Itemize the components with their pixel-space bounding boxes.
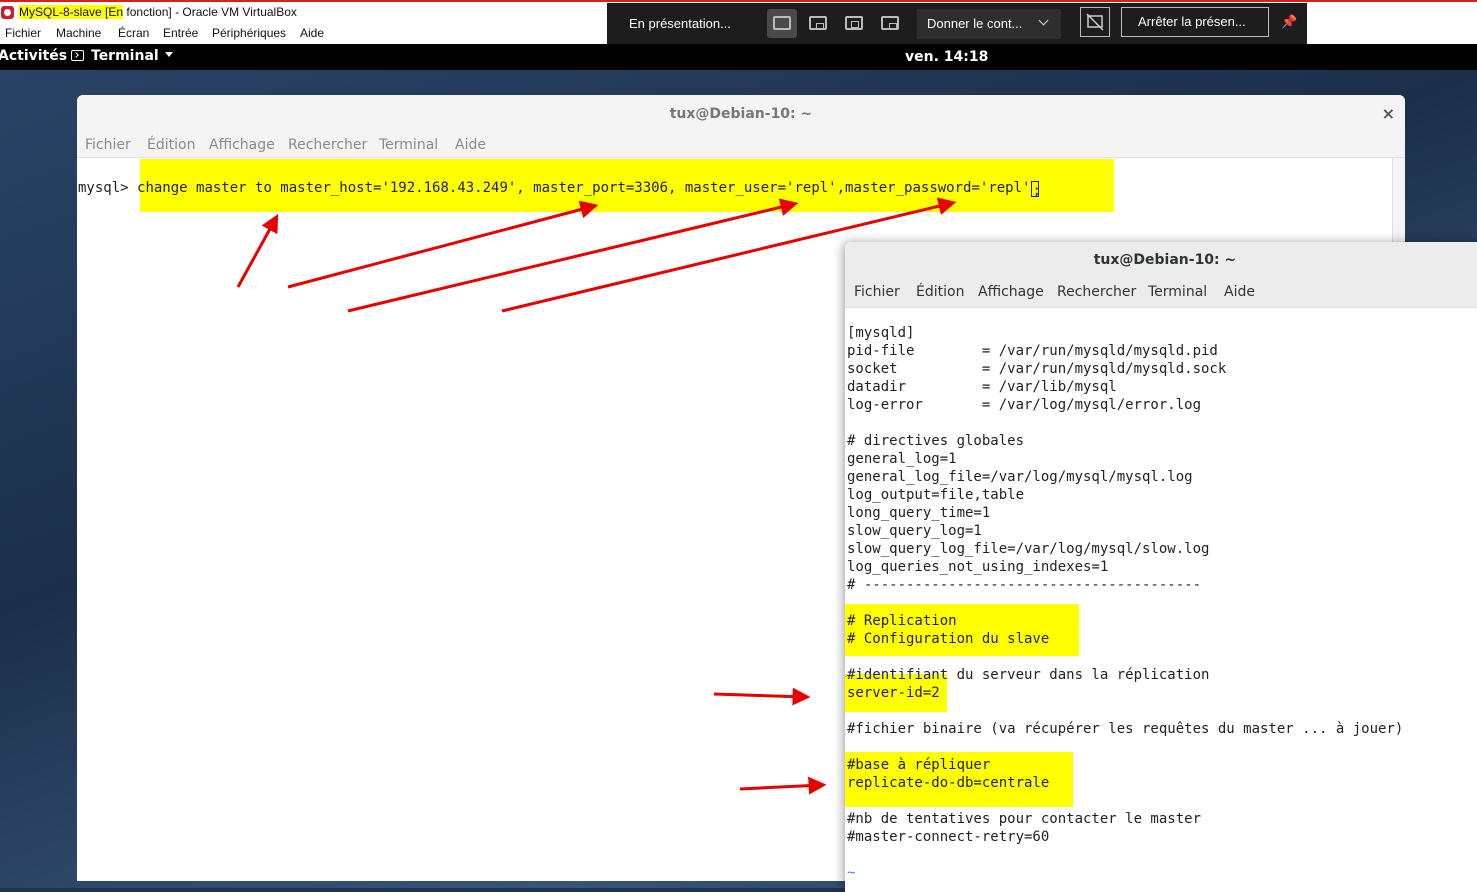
vbox-menu-peripheriques[interactable]: Périphériques [212,26,286,40]
dropdown-triangle-icon [164,52,173,57]
config-line: #master-connect-retry=60 [847,829,1050,845]
menu-rechercher[interactable]: Rechercher [288,137,367,153]
menu-rechercher[interactable]: Rechercher [1057,284,1136,300]
layout-side-button[interactable] [839,9,869,38]
vbox-menu-ecran[interactable]: Écran [118,26,149,40]
text-cursor: ; [1031,181,1041,199]
vbox-menu-entree[interactable]: Entrée [163,26,198,40]
menu-affichage[interactable]: Affichage [978,284,1044,300]
config-line: long_query_time=1 [847,505,991,521]
config-line: pid-file = /var/run/mysqld/mysqld.pid [847,343,1218,359]
config-line: general_log_file=/var/log/mysql/mysql.lo… [847,469,1193,485]
config-line: log_queries_not_using_indexes=1 [847,559,1109,575]
config-line: [mysqld] [847,325,915,341]
config-line: server-id=2 [847,685,940,701]
layout-options [767,9,903,39]
mysql-prompt: mysql> [78,180,138,196]
menu-aide[interactable]: Aide [1224,284,1255,300]
change-master-command: change master to master_host='192.168.43… [137,180,1031,196]
menu-edition[interactable]: Édition [916,284,964,300]
menu-fichier[interactable]: Fichier [854,284,900,300]
virtualbox-window-title: MySQL-8-slave [En fonction] - Oracle VM … [19,5,297,19]
vim-tilde-line: ~ [847,865,856,881]
gnome-top-bar: Activités Terminal ven. 14:18 [0,44,1477,70]
config-file-content[interactable]: [mysqld] pid-file = /var/run/mysqld/mysq… [845,324,1403,892]
config-line: #base à répliquer [847,757,991,773]
menu-terminal[interactable]: Terminal [379,137,438,153]
config-line: #nb de tentatives pour contacter le mast… [847,811,1202,827]
config-line: general_log=1 [847,451,957,467]
menu-aide[interactable]: Aide [455,137,486,153]
menu-affichage[interactable]: Affichage [209,137,275,153]
config-line: slow_query_log=1 [847,523,982,539]
give-control-label: Donner le cont... [927,16,1023,31]
stop-sharing-screen-icon[interactable] [1080,7,1110,37]
app-menu-terminal[interactable]: Terminal [71,48,173,64]
layout-corner-button[interactable] [875,9,905,38]
vbox-menu-machine[interactable]: Machine [56,26,101,40]
give-control-dropdown[interactable]: Donner le cont... [917,9,1061,39]
app-menu-label: Terminal [91,48,159,64]
layout-fullscreen-icon [773,16,791,30]
layout-fullscreen-button[interactable] [767,9,797,38]
vm-name-highlight: MySQL-8-slave [En [19,5,124,19]
menu-fichier[interactable]: Fichier [85,137,131,153]
config-line: # --------------------------------------… [847,577,1202,593]
virtualbox-app-icon [1,6,14,19]
presentation-status: En présentation... [629,16,731,31]
config-line: log_output=file,table [847,487,1025,503]
terminal-window-config[interactable]: tux@Debian-10: ~ Fichier Édition Afficha… [845,242,1477,892]
config-line: socket = /var/run/mysqld/mysqld.sock [847,361,1227,377]
terminal-menubar: Fichier Édition Affichage Rechercher Ter… [77,133,1405,158]
mysql-command-line[interactable]: mysql> change master to master_host='192… [78,179,1041,199]
stop-presentation-label: Arrêter la présen... [1138,14,1246,29]
config-line: log-error = /var/log/mysql/error.log [847,397,1202,413]
vbox-menu-aide[interactable]: Aide [300,26,324,40]
layout-pip-button[interactable] [803,9,833,38]
activities-button[interactable]: Activités [0,48,67,64]
window-title: tux@Debian-10: ~ [669,106,813,122]
config-line: slow_query_log_file=/var/log/mysql/slow.… [847,541,1210,557]
config-line: replicate-do-db=centrale [847,775,1050,791]
terminal-icon [71,50,84,61]
menu-terminal[interactable]: Terminal [1148,284,1207,300]
window-title: tux@Debian-10: ~ [1093,252,1237,268]
chevron-down-icon [1038,15,1049,26]
terminal-headerbar[interactable]: tux@Debian-10: ~ × [77,95,1405,134]
menu-edition[interactable]: Édition [147,137,195,153]
config-line: datadir = /var/lib/mysql [847,379,1117,395]
close-icon[interactable]: × [1382,104,1395,123]
terminal-menubar: Fichier Édition Affichage Rechercher Ter… [845,279,1477,308]
vm-title-rest: fonction] - Oracle VM VirtualBox [123,5,297,19]
terminal-headerbar[interactable]: tux@Debian-10: ~ [845,242,1477,280]
config-line: #fichier binaire (va récupérer les requê… [847,721,1404,737]
pin-icon[interactable]: 📌 [1281,15,1297,30]
config-line: # Configuration du slave [847,631,1050,647]
vbox-menu-fichier[interactable]: Fichier [5,26,41,40]
stop-presentation-button[interactable]: Arrêter la présen... [1121,7,1269,37]
clock[interactable]: ven. 14:18 [905,49,988,65]
config-line: #identifiant du serveur dans la réplicat… [847,667,1210,683]
presentation-toolbar: En présentation... Donner le cont... Arr… [607,3,1307,44]
config-line: # directives globales [847,433,1025,449]
config-line: # Replication [847,613,957,629]
